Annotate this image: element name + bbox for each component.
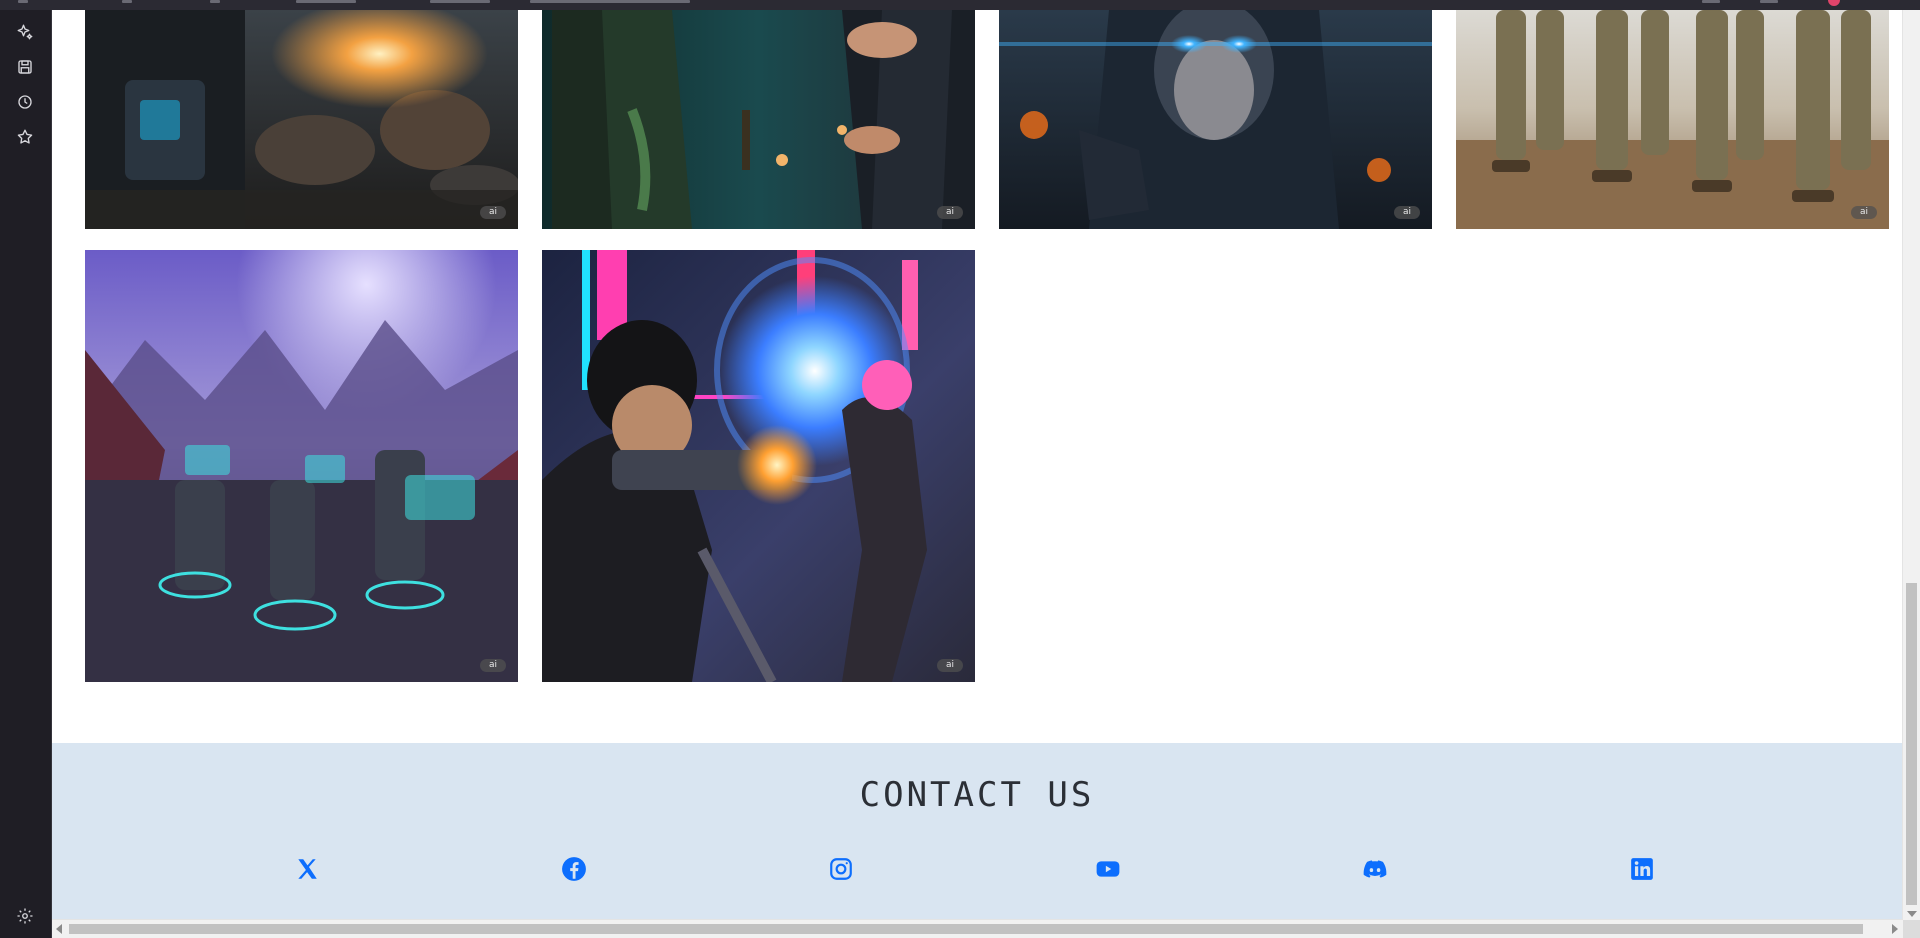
settings-icon[interactable] xyxy=(14,905,36,927)
history-icon[interactable] xyxy=(14,91,36,113)
notification-dot[interactable] xyxy=(1828,0,1840,6)
ai-badge: ai xyxy=(1394,206,1420,219)
tab-fragment[interactable] xyxy=(430,0,490,3)
save-icon[interactable] xyxy=(14,56,36,78)
linkedin-icon[interactable] xyxy=(1627,854,1657,884)
villain-suit-image xyxy=(542,10,975,229)
gallery-card-alien-planet[interactable]: ai xyxy=(85,250,518,682)
tab-fragment[interactable] xyxy=(122,0,132,3)
neon-city-fight-image xyxy=(542,250,975,682)
ai-badge: ai xyxy=(480,206,506,219)
discord-icon[interactable] xyxy=(1360,854,1390,884)
ai-badge: ai xyxy=(480,659,506,672)
gallery-card-robot-battle[interactable]: ai xyxy=(85,10,518,229)
instagram-icon[interactable] xyxy=(826,854,856,884)
gallery-card-soldiers-desert[interactable]: ai xyxy=(1456,10,1889,229)
scrollbar-corner xyxy=(1903,920,1920,938)
alien-planet-soldiers-image xyxy=(85,250,518,682)
ai-badge: ai xyxy=(1851,206,1877,219)
ai-badge: ai xyxy=(937,206,963,219)
ai-badge: ai xyxy=(937,659,963,672)
horizontal-scroll-thumb[interactable] xyxy=(69,924,1863,934)
facebook-icon[interactable] xyxy=(559,854,589,884)
tab-fragment[interactable] xyxy=(210,0,220,3)
youtube-icon[interactable] xyxy=(1093,854,1123,884)
scroll-left-arrow-icon[interactable] xyxy=(56,924,62,934)
gallery-card-neon-city-fight[interactable]: ai xyxy=(542,250,975,682)
robot-battle-image xyxy=(85,10,518,229)
scroll-down-arrow-icon[interactable] xyxy=(1907,911,1917,917)
browser-sidebar xyxy=(0,10,52,938)
horizontal-scrollbar[interactable] xyxy=(51,919,1903,938)
contact-title: CONTACT US xyxy=(859,775,1095,815)
page-content: ai ai ai ai ai ai CONTACT US xyxy=(51,10,1903,920)
tab-fragment[interactable] xyxy=(530,0,690,3)
star-icon[interactable] xyxy=(14,126,36,148)
tab-fragment[interactable] xyxy=(1760,0,1778,3)
gallery-card-hooded-figure[interactable]: ai xyxy=(999,10,1432,229)
vertical-scrollbar[interactable] xyxy=(1902,10,1920,920)
tab-fragment[interactable] xyxy=(296,0,356,3)
gallery-card-villain-suit[interactable]: ai xyxy=(542,10,975,229)
browser-tab-strip xyxy=(0,0,1920,10)
vertical-scroll-thumb[interactable] xyxy=(1906,583,1917,905)
soldiers-desert-image xyxy=(1456,10,1889,229)
hooded-glowing-eyes-image xyxy=(999,10,1432,229)
image-gallery: ai ai ai ai ai ai xyxy=(51,10,1903,740)
sparkle-icon[interactable] xyxy=(14,21,36,43)
contact-section: CONTACT US xyxy=(51,743,1903,920)
scroll-right-arrow-icon[interactable] xyxy=(1892,924,1898,934)
x-icon[interactable] xyxy=(292,854,322,884)
tab-fragment[interactable] xyxy=(1702,0,1720,3)
tab-fragment[interactable] xyxy=(18,0,28,3)
